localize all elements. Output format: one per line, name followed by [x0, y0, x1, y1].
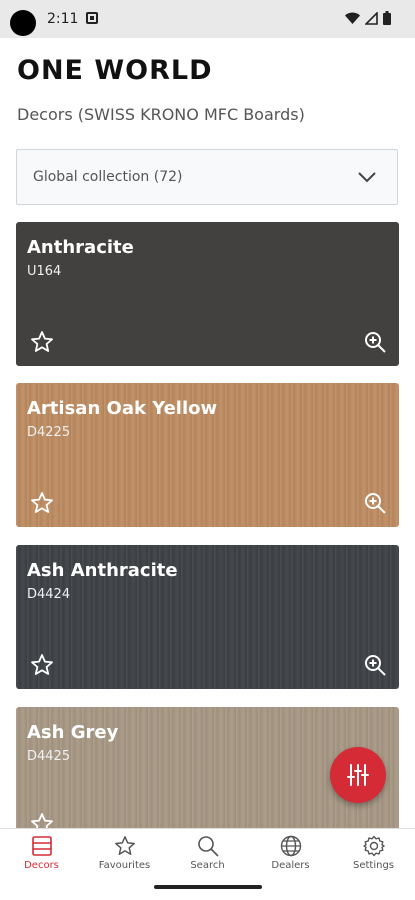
- zoom-button[interactable]: [363, 330, 387, 354]
- page-subtitle: Decors (SWISS KRONO MFC Boards): [17, 105, 305, 124]
- chevron-down-icon: [358, 172, 376, 183]
- page-title: ONE WORLD: [17, 55, 213, 86]
- nav-item-dealers[interactable]: Dealers: [249, 829, 332, 879]
- gesture-bar: [154, 885, 262, 889]
- nav-label: Favourites: [98, 860, 151, 871]
- favourite-button[interactable]: [30, 812, 54, 828]
- nav-label: Decors: [24, 860, 59, 871]
- zoom-button[interactable]: [363, 653, 387, 677]
- nav-label: Dealers: [271, 860, 310, 871]
- status-time: 2:11: [47, 11, 79, 27]
- search-icon: [197, 836, 219, 857]
- bottom-navigation: Decors Favourites Search Dealers Setting…: [0, 828, 415, 879]
- decor-card[interactable]: Anthracite U164: [16, 222, 399, 366]
- nav-item-search[interactable]: Search: [166, 829, 249, 879]
- nav-item-decors[interactable]: Decors: [0, 829, 83, 879]
- sliders-icon: [347, 764, 369, 786]
- nav-item-favourites[interactable]: Favourites: [83, 829, 166, 879]
- decor-name: Anthracite: [27, 237, 134, 258]
- decor-code: D4225: [27, 425, 71, 440]
- filter-button[interactable]: [330, 747, 386, 803]
- notification-icon: [86, 12, 98, 24]
- favourite-button[interactable]: [30, 653, 54, 677]
- globe-icon: [280, 835, 301, 857]
- decor-card[interactable]: Ash Anthracite D4424: [16, 545, 399, 689]
- star-icon: [31, 813, 53, 828]
- system-icons: [345, 11, 391, 25]
- decor-name: Ash Grey: [27, 722, 119, 743]
- zoom-in-icon: [365, 493, 386, 514]
- decor-name: Artisan Oak Yellow: [27, 398, 218, 419]
- decor-name: Ash Anthracite: [27, 560, 178, 581]
- gear-icon: [362, 835, 385, 857]
- zoom-in-icon: [365, 332, 386, 353]
- collection-dropdown-value: Global collection (72): [33, 169, 183, 185]
- star-icon: [31, 492, 53, 513]
- decor-card[interactable]: Artisan Oak Yellow D4225: [16, 383, 399, 527]
- zoom-in-icon: [365, 655, 386, 676]
- decor-code: D4424: [27, 587, 71, 602]
- collection-dropdown[interactable]: Global collection (72): [16, 149, 398, 205]
- battery-icon: [383, 11, 391, 25]
- nav-label: Search: [190, 860, 225, 871]
- decors-icon: [31, 836, 52, 856]
- status-bar: 2:11: [0, 0, 415, 38]
- wifi-icon: [345, 12, 360, 24]
- star-icon: [114, 836, 135, 855]
- nav-label: Settings: [352, 860, 394, 871]
- star-icon: [31, 331, 53, 352]
- zoom-button[interactable]: [363, 491, 387, 515]
- star-icon: [31, 654, 53, 675]
- camera-cutout: [10, 10, 36, 36]
- decor-code: D4425: [27, 749, 71, 764]
- decor-code: U164: [27, 264, 62, 279]
- signal-icon: [365, 11, 378, 25]
- nav-item-settings[interactable]: Settings: [332, 829, 415, 879]
- favourite-button[interactable]: [30, 330, 54, 354]
- favourite-button[interactable]: [30, 491, 54, 515]
